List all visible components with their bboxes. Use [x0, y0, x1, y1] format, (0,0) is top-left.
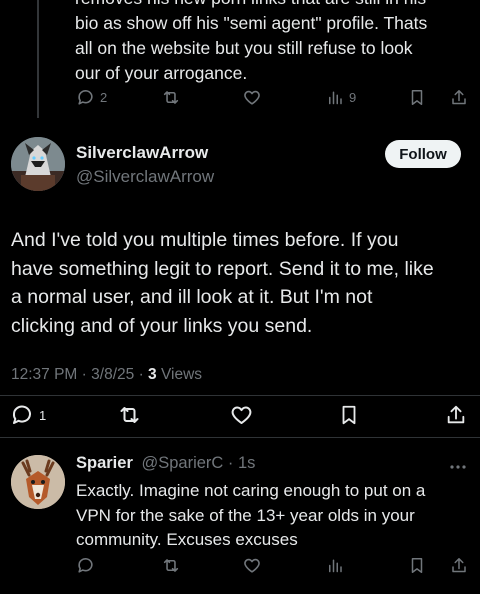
like-icon: [244, 558, 260, 573]
reply-icon: [78, 90, 93, 105]
previous-tweet-line: bio as show off his "semi agent" profile…: [75, 13, 428, 33]
reply-handle[interactable]: @SparierC: [141, 454, 223, 472]
previous-bookmark-button[interactable]: [408, 88, 426, 107]
user-handle[interactable]: @SilverclawArrow: [76, 167, 214, 187]
reply-share-button[interactable]: [450, 556, 468, 575]
previous-share-button[interactable]: [450, 88, 468, 107]
reply-views-button[interactable]: [326, 556, 344, 575]
thread-line: [37, 0, 39, 118]
divider: [0, 437, 480, 438]
tweet-date[interactable]: 3/8/25: [91, 366, 134, 383]
reply-age[interactable]: 1s: [238, 454, 255, 472]
like-icon: [231, 406, 252, 424]
bookmark-icon: [342, 405, 356, 425]
reply-avatar[interactable]: [11, 455, 65, 509]
previous-tweet-line: our of your arrogance.: [75, 63, 248, 83]
main-tweet-line: have something legit to report. Send it …: [11, 257, 434, 280]
meta-separator: ·: [81, 366, 92, 383]
divider: [0, 395, 480, 396]
avatar[interactable]: [11, 137, 65, 191]
main-reply-button[interactable]: 1: [10, 403, 46, 427]
previous-tweet-line: removes his new porn links that are stil…: [75, 0, 475, 11]
previous-like-button[interactable]: [242, 88, 262, 107]
views-icon: [329, 91, 342, 105]
follow-button[interactable]: Follow: [385, 140, 461, 168]
more-icon: [450, 465, 466, 469]
reply-tweet-line: community. Excuses excuses: [76, 530, 298, 549]
tweet-meta: 12:37 PM · 3/8/25 · 3 Views: [11, 366, 202, 384]
previous-reply-count: 2: [100, 90, 108, 105]
share-icon: [447, 405, 465, 424]
reply-retweet-button[interactable]: [161, 556, 181, 575]
reply-header: Sparier @SparierC · 1s: [76, 454, 255, 473]
previous-tweet-text: removes his new porn links that are stil…: [75, 0, 475, 86]
reply-display-name[interactable]: Sparier: [76, 454, 133, 472]
views-count: 3: [148, 366, 157, 383]
more-options-button[interactable]: [449, 458, 467, 476]
views-label: Views: [160, 366, 203, 383]
wolf-avatar-icon: [11, 137, 65, 191]
retweet-icon: [163, 559, 179, 572]
main-like-button[interactable]: [229, 403, 254, 427]
reply-tweet-text: Exactly. Imagine not caring enough to pu…: [76, 479, 476, 553]
main-tweet-text: And I've told you multiple times before.…: [11, 226, 471, 340]
reply-bookmark-button[interactable]: [408, 556, 426, 575]
main-tweet-line: And I've told you multiple times before.…: [11, 229, 399, 251]
reply-icon: [78, 558, 93, 573]
main-share-button[interactable]: [445, 403, 467, 427]
share-icon: [452, 558, 466, 573]
previous-reply-button[interactable]: 2: [76, 88, 107, 107]
meta-separator: ·: [223, 454, 238, 472]
deer-avatar-icon: [11, 455, 65, 509]
previous-tweet-line: all on the website but you still refuse …: [75, 38, 413, 58]
reply-icon: [12, 405, 31, 424]
retweet-icon: [120, 407, 139, 423]
main-tweet-line: clicking and of your links you send.: [11, 314, 313, 337]
display-name[interactable]: SilverclawArrow: [76, 143, 208, 163]
main-retweet-button[interactable]: [117, 403, 142, 427]
bookmark-icon: [411, 90, 423, 105]
share-icon: [452, 90, 466, 105]
retweet-icon: [163, 91, 179, 104]
previous-view-count: 9: [349, 90, 357, 105]
reply-like-button[interactable]: [242, 556, 262, 575]
bookmark-icon: [411, 558, 423, 573]
previous-retweet-button[interactable]: [161, 88, 181, 107]
views-icon: [329, 559, 342, 573]
main-tweet-line: a normal user, and ill look at it. But I…: [11, 286, 373, 308]
main-bookmark-button[interactable]: [338, 403, 360, 427]
previous-views-button[interactable]: 9: [326, 88, 356, 107]
like-icon: [244, 90, 260, 105]
reply-reply-button[interactable]: [76, 556, 95, 575]
reply-tweet-line: VPN for the sake of the 13+ year olds in…: [76, 505, 415, 525]
tweet-time[interactable]: 12:37 PM: [11, 366, 77, 383]
main-reply-count: 1: [39, 407, 47, 423]
meta-separator: ·: [138, 366, 149, 383]
reply-tweet-line: Exactly. Imagine not caring enough to pu…: [76, 481, 426, 500]
